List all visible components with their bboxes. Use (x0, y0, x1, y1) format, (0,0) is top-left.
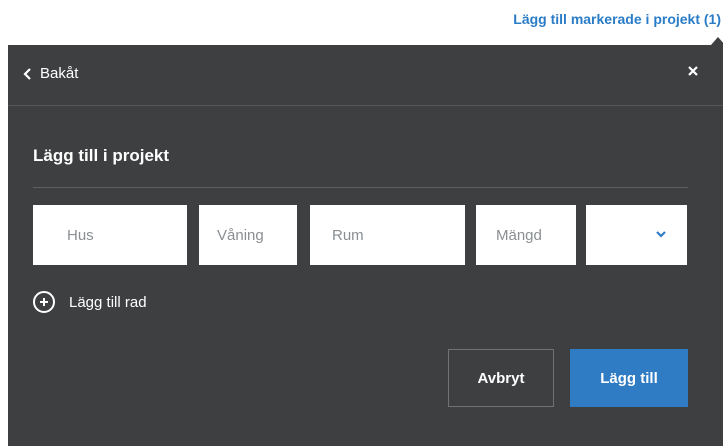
rum-input[interactable] (310, 205, 465, 265)
vaning-input[interactable] (199, 205, 297, 265)
popover-caret (711, 37, 723, 45)
add-row-button[interactable]: Lägg till rad (33, 291, 147, 313)
back-label: Bakåt (40, 65, 79, 82)
add-to-project-panel: Bakåt Lägg till i projekt Lägg till rad … (8, 45, 723, 446)
mangd-input[interactable] (476, 205, 576, 265)
hus-input[interactable] (33, 205, 187, 265)
unit-select[interactable] (586, 205, 687, 265)
back-button[interactable]: Bakåt (22, 65, 78, 82)
close-icon[interactable] (685, 63, 701, 79)
chevron-down-icon (656, 231, 666, 238)
panel-header: Bakåt (8, 45, 723, 106)
add-button[interactable]: Lägg till (570, 349, 688, 407)
add-row-label: Lägg till rad (69, 293, 147, 311)
chevron-left-icon (23, 67, 31, 80)
top-bar: Lägg till markerade i projekt (1) (0, 0, 723, 44)
plus-circle-icon (33, 291, 55, 313)
divider (33, 187, 688, 188)
cancel-button[interactable]: Avbryt (448, 349, 554, 407)
add-selected-to-project-link[interactable]: Lägg till markerade i projekt (1) (513, 11, 721, 27)
dialog-title: Lägg till i projekt (33, 146, 170, 165)
